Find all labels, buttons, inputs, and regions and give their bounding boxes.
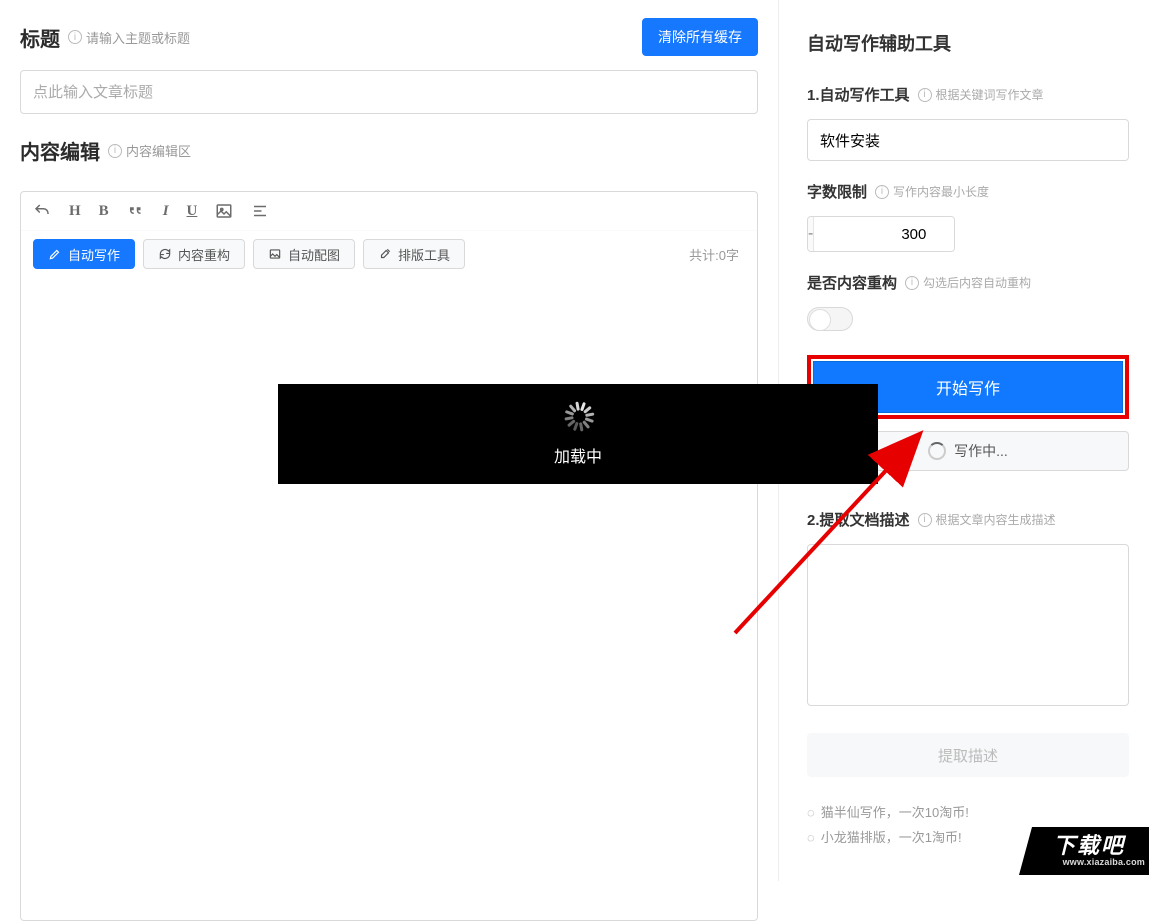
layout-tool-button[interactable]: 排版工具	[363, 239, 465, 269]
loading-overlay: 加载中	[278, 384, 878, 484]
coin-icon: ◌	[807, 826, 815, 851]
auto-write-section: 1.自动写作工具 i根据关键词写作文章	[807, 84, 1129, 105]
title-hint: i 请输入主题或标题	[68, 28, 190, 47]
rebuild-toggle[interactable]	[807, 307, 853, 331]
content-section-heading: 内容编辑 i 内容编辑区	[20, 136, 191, 165]
extract-description-button[interactable]: 提取描述	[807, 733, 1129, 777]
auto-write-button[interactable]: 自动写作	[33, 239, 135, 269]
info-icon: i	[875, 185, 889, 199]
action-toolbar: 自动写作 内容重构 自动配图 排版工具 共计:0字	[21, 231, 757, 279]
undo-icon[interactable]	[33, 202, 51, 220]
panel-title: 自动写作辅助工具	[807, 30, 1129, 56]
spinner-icon	[928, 442, 946, 460]
extract-section: 2.提取文档描述 i根据文章内容生成描述	[807, 509, 1129, 530]
clear-cache-button[interactable]: 清除所有缓存	[642, 18, 758, 56]
auto-image-button[interactable]: 自动配图	[253, 239, 355, 269]
image-icon[interactable]	[215, 202, 233, 220]
word-limit-stepper: - +	[807, 216, 955, 252]
info-icon: i	[905, 276, 919, 290]
article-title-input[interactable]	[20, 70, 758, 114]
keyword-input[interactable]	[807, 119, 1129, 161]
loading-text: 加载中	[554, 443, 602, 467]
info-icon: i	[68, 30, 82, 44]
word-limit-section: 字数限制 i写作内容最小长度	[807, 181, 1129, 202]
word-count: 共计:0字	[689, 245, 745, 264]
editor-container: H B I U 自动写作	[20, 191, 758, 921]
description-textarea[interactable]	[807, 544, 1129, 706]
coin-icon: ◌	[807, 801, 815, 826]
italic-icon[interactable]: I	[163, 202, 169, 220]
underline-icon[interactable]: U	[187, 202, 198, 220]
info-icon: i	[918, 88, 932, 102]
bold-icon[interactable]: B	[99, 202, 109, 220]
info-icon: i	[918, 513, 932, 527]
content-rebuild-button[interactable]: 内容重构	[143, 239, 245, 269]
spinner-icon	[559, 397, 597, 435]
format-toolbar: H B I U	[21, 192, 757, 231]
info-icon: i	[108, 144, 122, 158]
word-limit-input[interactable]	[813, 217, 955, 251]
rebuild-section: 是否内容重构 i勾选后内容自动重构	[807, 272, 1129, 293]
content-label: 内容编辑	[20, 136, 100, 165]
title-label: 标题	[20, 23, 60, 52]
content-hint: i 内容编辑区	[108, 141, 191, 160]
watermark-badge: 下载吧 www.xiazaiba.com	[1019, 827, 1149, 875]
title-section-heading: 标题 i 请输入主题或标题	[20, 23, 190, 52]
align-icon[interactable]	[251, 202, 269, 220]
quote-icon[interactable]	[127, 202, 145, 220]
heading-icon[interactable]: H	[69, 202, 81, 220]
